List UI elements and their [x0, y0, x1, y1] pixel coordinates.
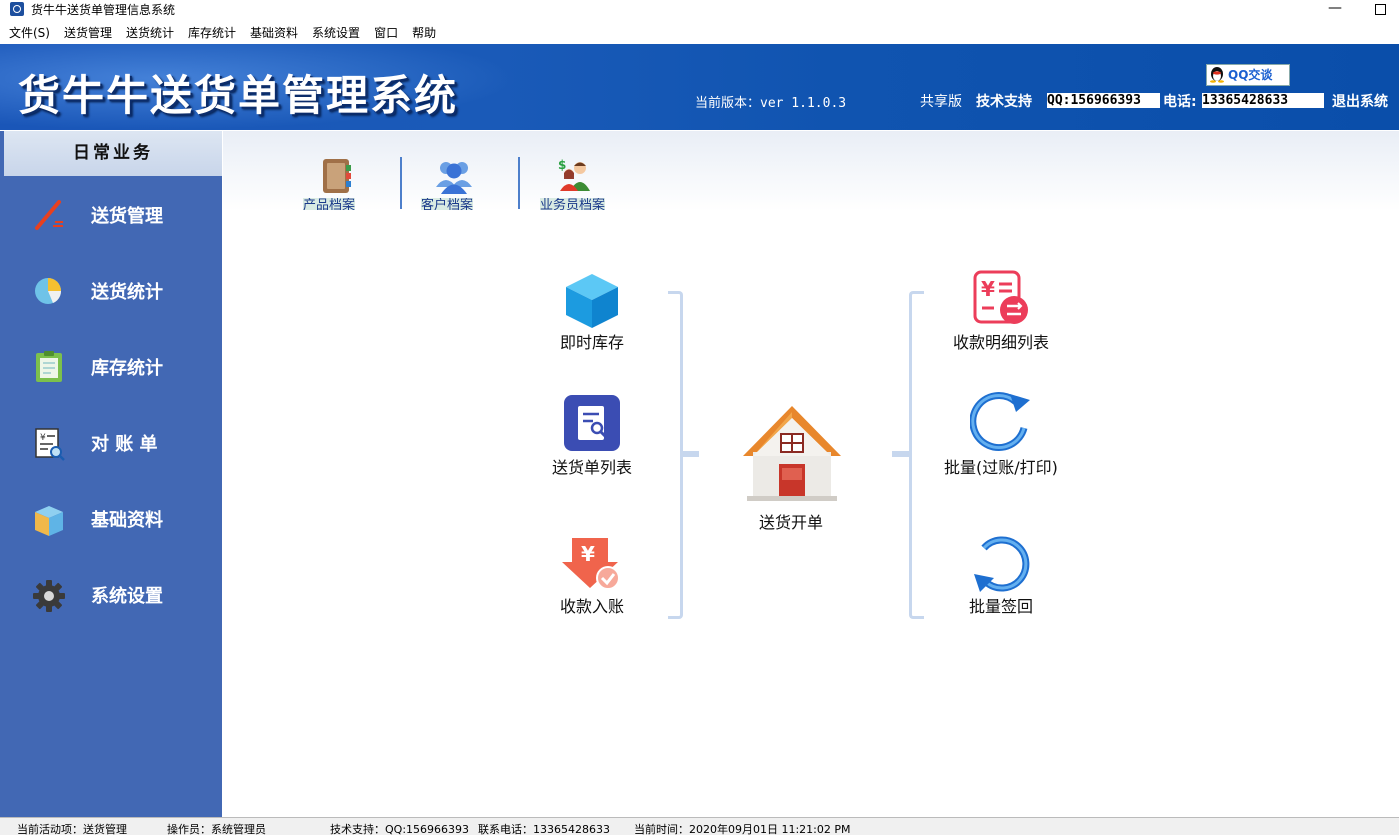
- create-delivery-button[interactable]: 送货开单: [731, 400, 851, 532]
- label-payment-detail: 收款明细列表: [952, 333, 1049, 352]
- edition-label: 共享版: [920, 94, 962, 110]
- status-time: 当前时间：2020年09月01日 11:21:02 PM: [634, 823, 851, 836]
- menu-stock-statistics[interactable]: 库存统计: [181, 24, 243, 41]
- left-bracket-stem: [681, 451, 699, 457]
- right-bracket: [909, 291, 924, 619]
- menu-help[interactable]: 帮助: [405, 24, 443, 41]
- quick-separator: [518, 157, 520, 209]
- refresh-arrow-icon: [970, 392, 1030, 452]
- payment-entry-button[interactable]: ¥ 收款入账: [542, 532, 642, 616]
- sidebar-label-stock-statistics: 库存统计: [91, 358, 163, 379]
- sidebar-item-statement[interactable]: ¥ 对 账 单: [4, 412, 222, 472]
- sidebar-item-delivery-statistics[interactable]: 送货统计: [4, 260, 222, 320]
- qq-chat-label: QQ交谈: [1228, 68, 1273, 82]
- menu-bar: 文件(S) 送货管理 送货统计 库存统计 基础资料 系统设置 窗口 帮助: [0, 21, 1399, 43]
- minimize-button[interactable]: —: [1325, 0, 1345, 18]
- svg-text:¥: ¥: [581, 542, 595, 566]
- sidebar-label-basic-data: 基础资料: [91, 510, 163, 531]
- app-icon: [10, 2, 24, 16]
- label-instant-stock: 即时库存: [559, 333, 624, 352]
- banner-title: 货牛牛送货单管理系统: [18, 71, 459, 120]
- delivery-list-button[interactable]: 送货单列表: [537, 392, 647, 477]
- payment-down-icon: ¥: [562, 538, 620, 590]
- status-operator: 操作员：系统管理员: [167, 823, 266, 836]
- quick-separator: [400, 157, 402, 209]
- box-icon: [35, 506, 63, 536]
- sidebar-label-delivery-management: 送货管理: [91, 206, 163, 227]
- menu-file[interactable]: 文件(S): [0, 24, 57, 41]
- sidebar-item-basic-data[interactable]: 基础资料: [4, 488, 222, 548]
- status-phone: 联系电话：13365428633: [478, 823, 610, 836]
- menu-basic-data[interactable]: 基础资料: [243, 24, 305, 41]
- version-label: 当前版本：ver 1.1.0.3: [695, 96, 847, 111]
- quick-salesman-archive[interactable]: $ 业务员档案: [540, 155, 622, 211]
- qq-chat-button[interactable]: QQ交谈: [1206, 64, 1290, 86]
- quick-label-product-archive: 产品档案: [303, 198, 356, 210]
- menu-window[interactable]: 窗口: [367, 24, 405, 41]
- instant-stock-button[interactable]: 即时库存: [542, 268, 642, 352]
- clipboard-icon: [36, 351, 62, 382]
- sidebar-item-delivery-management[interactable]: 送货管理: [4, 184, 222, 244]
- batch-sign-button[interactable]: 批量签回: [951, 532, 1051, 616]
- sidebar-label-delivery-statistics: 送货统计: [91, 282, 163, 303]
- menu-system-settings[interactable]: 系统设置: [305, 24, 367, 41]
- users-icon: [436, 162, 472, 194]
- menu-delivery-statistics[interactable]: 送货统计: [119, 24, 181, 41]
- label-create-delivery: 送货开单: [758, 513, 823, 532]
- support-phone-field: 13365428633: [1202, 93, 1324, 108]
- sidebar-heading: 日常业务: [4, 131, 222, 176]
- list-document-icon: [564, 395, 620, 451]
- status-support: 技术支持：QQ:156966393: [330, 823, 470, 836]
- house-icon: [743, 406, 841, 501]
- quick-product-archive[interactable]: 产品档案: [303, 155, 378, 211]
- support-label: 技术支持: [976, 94, 1032, 110]
- svg-text:¥: ¥: [40, 433, 46, 443]
- menu-delivery-management[interactable]: 送货管理: [57, 24, 119, 41]
- payment-detail-button[interactable]: ¥ 收款明细列表: [941, 268, 1061, 352]
- window-title: 货牛牛送货单管理信息系统: [31, 3, 176, 17]
- title-bar: [0, 0, 1399, 20]
- svg-text:$: $: [558, 158, 566, 172]
- salesman-icon: $: [558, 158, 590, 191]
- pencil-icon: [35, 200, 63, 230]
- label-delivery-list: 送货单列表: [551, 458, 632, 477]
- gear-icon: [33, 580, 65, 612]
- quick-label-customer-archive: 客户档案: [421, 198, 474, 210]
- qq-penguin-icon: [1210, 67, 1224, 83]
- sidebar-item-system-settings[interactable]: 系统设置: [4, 564, 222, 624]
- svg-text:¥: ¥: [981, 277, 995, 301]
- label-payment-entry: 收款入账: [559, 597, 624, 616]
- quick-label-salesman-archive: 业务员档案: [540, 198, 606, 210]
- maximize-button[interactable]: [1370, 0, 1390, 20]
- book-icon: [323, 159, 351, 193]
- undo-arrow-icon: [974, 536, 1030, 592]
- sidebar-label-statement: 对 账 单: [91, 434, 158, 455]
- right-bracket-stem: [892, 451, 910, 457]
- label-batch-post-print: 批量(过账/打印): [944, 458, 1058, 477]
- support-qq-field: QQ:156966393: [1047, 93, 1160, 108]
- cube-icon: [566, 274, 618, 328]
- status-active-item: 当前活动项：送货管理: [17, 823, 127, 836]
- sidebar-item-stock-statistics[interactable]: 库存统计: [4, 336, 222, 396]
- sidebar-label-system-settings: 系统设置: [91, 586, 163, 607]
- receipt-exchange-icon: ¥: [973, 270, 1028, 324]
- logout-button[interactable]: 退出系统: [1332, 91, 1388, 111]
- phone-label: 电话:: [1163, 94, 1197, 110]
- quick-customer-archive[interactable]: 客户档案: [421, 155, 496, 211]
- label-batch-sign: 批量签回: [968, 597, 1033, 616]
- statement-search-icon: ¥: [35, 428, 65, 461]
- pie-chart-icon: [35, 278, 61, 304]
- batch-post-print-button[interactable]: 批量(过账/打印): [936, 390, 1066, 477]
